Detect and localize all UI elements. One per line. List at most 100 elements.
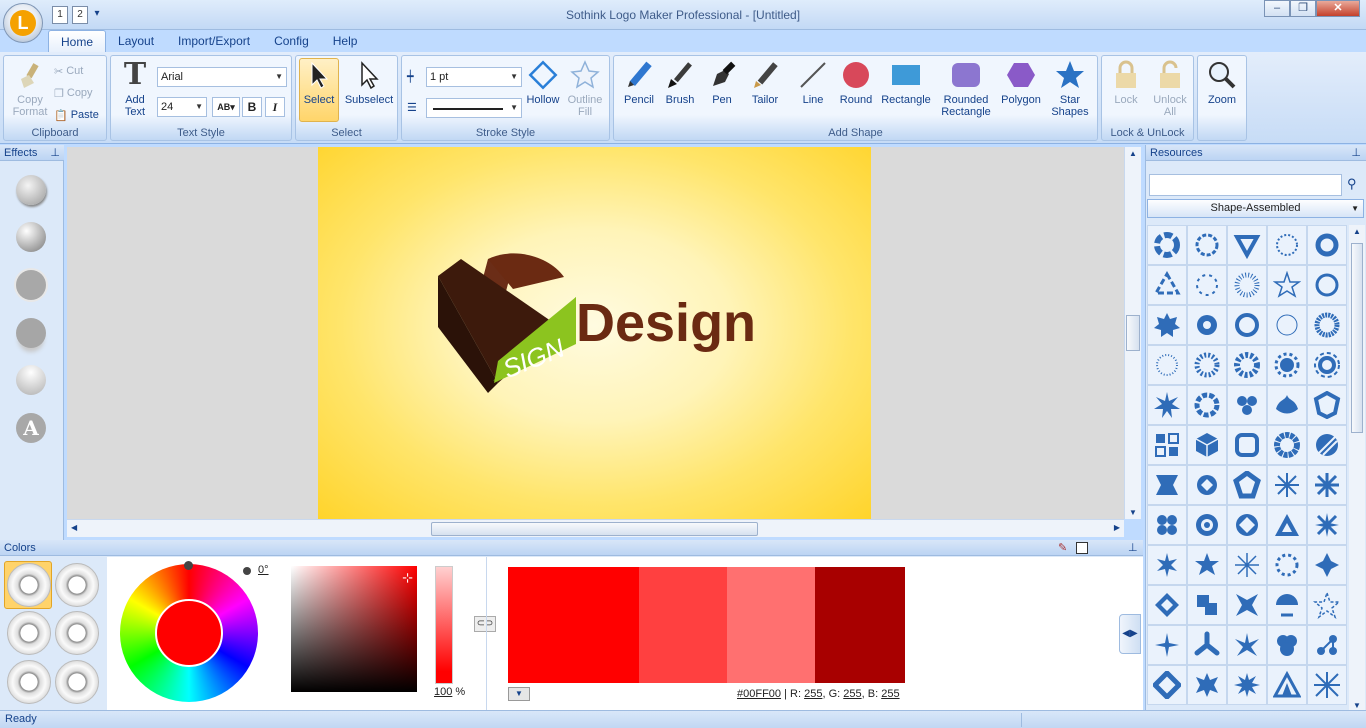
effect-emboss[interactable] (16, 222, 46, 252)
shape-resource-item[interactable] (1267, 225, 1307, 265)
shape-resource-item[interactable] (1307, 625, 1347, 665)
tab-import-export[interactable]: Import/Export (166, 30, 262, 52)
pin-icon[interactable]: ⊥ (50, 145, 60, 161)
shape-resource-item[interactable] (1227, 345, 1267, 385)
hollow-button[interactable]: Hollow (524, 59, 562, 106)
canvas-horizontal-scrollbar[interactable]: ◀ ▶ (67, 519, 1124, 537)
red-value[interactable]: 255 (804, 688, 822, 700)
shape-resource-item[interactable] (1227, 585, 1267, 625)
eyedropper-icon[interactable]: ✎ (1058, 540, 1067, 556)
maximize-button[interactable]: ❐ (1290, 0, 1316, 17)
swatch-3[interactable] (727, 567, 815, 683)
shape-resource-item[interactable] (1187, 665, 1227, 705)
scroll-up-icon[interactable]: ▲ (1353, 227, 1361, 236)
unlock-all-button[interactable]: Unlock All (1148, 59, 1192, 118)
shape-resource-item[interactable] (1227, 265, 1267, 305)
shape-resource-item[interactable] (1267, 505, 1307, 545)
text-align-icon[interactable]: AB▾ (212, 97, 240, 117)
shape-resource-item[interactable] (1267, 425, 1307, 465)
tab-layout[interactable]: Layout (106, 30, 166, 52)
shape-resource-item[interactable] (1307, 225, 1347, 265)
bold-button[interactable]: B (242, 97, 262, 117)
effect-bevel[interactable] (16, 175, 46, 205)
tailor-tool-button[interactable]: Tailor (744, 59, 786, 106)
horizontal-scroll-thumb[interactable] (431, 522, 758, 536)
italic-button[interactable]: I (265, 97, 285, 117)
close-button[interactable]: ✕ (1316, 0, 1360, 17)
tab-home[interactable]: Home (48, 30, 107, 52)
shape-resource-item[interactable] (1147, 625, 1187, 665)
round-tool-button[interactable]: Round (835, 59, 877, 106)
effect-glow[interactable] (16, 270, 46, 300)
rounded-rectangle-tool-button[interactable]: Rounded Rectangle (936, 59, 996, 118)
shape-resource-item[interactable] (1187, 545, 1227, 585)
pin-icon[interactable]: ⊥ (1351, 145, 1361, 161)
font-family-select[interactable]: Arial ▼ (157, 67, 287, 87)
search-icon[interactable]: ⚲ (1347, 176, 1357, 192)
shape-resource-item[interactable] (1267, 385, 1307, 425)
copy-format-button[interactable]: Copy Format (8, 59, 52, 118)
no-color-icon[interactable] (1076, 542, 1088, 554)
shape-resource-item[interactable] (1147, 665, 1187, 705)
pen-tool-button[interactable]: Pen (702, 59, 742, 106)
green-value[interactable]: 255 (843, 688, 861, 700)
gradient-angle[interactable]: 0° (258, 564, 269, 576)
shape-resource-item[interactable] (1187, 385, 1227, 425)
shape-resource-item[interactable] (1307, 425, 1347, 465)
opacity-value[interactable]: 100 (434, 686, 452, 698)
subselect-tool-button[interactable]: Subselect (342, 59, 396, 106)
select-tool-button[interactable]: Select (299, 58, 339, 122)
shape-resource-item[interactable] (1187, 265, 1227, 305)
effect-reflection[interactable] (16, 318, 46, 348)
pencil-tool-button[interactable]: Pencil (620, 59, 658, 106)
gradient-mode-linear[interactable] (7, 611, 51, 655)
shape-resource-item[interactable] (1187, 425, 1227, 465)
resources-scrollbar[interactable]: ▲ ▼ (1349, 225, 1365, 710)
font-size-select[interactable]: 24 ▼ (157, 97, 207, 117)
stroke-type-select[interactable]: ▼ (426, 98, 522, 118)
swatch-menu-dropdown[interactable]: ▼ (508, 687, 530, 701)
outline-fill-button[interactable]: Outline Fill (564, 59, 606, 118)
color-wheel[interactable] (120, 561, 258, 702)
shape-resource-item[interactable] (1227, 305, 1267, 345)
shape-resource-item[interactable] (1147, 585, 1187, 625)
shape-resource-item[interactable] (1187, 225, 1227, 265)
opacity-slider[interactable] (435, 566, 453, 684)
shape-resource-item[interactable] (1307, 385, 1347, 425)
logo-canvas[interactable]: SIGN Design (318, 147, 871, 519)
angle-handle-icon[interactable] (243, 567, 251, 575)
gradient-mode-radial[interactable] (7, 563, 51, 607)
resource-category-select[interactable]: Shape-Assembled ▼ (1147, 199, 1364, 218)
lock-button[interactable]: Lock (1106, 59, 1146, 106)
polygon-tool-button[interactable]: Polygon (998, 59, 1044, 106)
shape-resource-item[interactable] (1267, 625, 1307, 665)
shape-resource-item[interactable] (1147, 545, 1187, 585)
minimize-button[interactable]: – (1264, 0, 1290, 17)
add-text-button[interactable]: T Add Text (115, 59, 155, 119)
shape-resource-item[interactable] (1147, 225, 1187, 265)
gradient-mode-radial-2[interactable] (55, 563, 99, 607)
swatch-1[interactable] (508, 567, 639, 683)
star-shapes-tool-button[interactable]: Star Shapes (1046, 59, 1094, 118)
brush-tool-button[interactable]: Brush (660, 59, 700, 106)
scroll-down-icon[interactable]: ▼ (1129, 508, 1137, 517)
collapse-panel-toggle[interactable]: ◀▶ (1119, 614, 1141, 654)
shape-resource-item[interactable] (1187, 625, 1227, 665)
shape-resource-item[interactable] (1267, 585, 1307, 625)
picker-crosshair-icon[interactable]: ⊹ (402, 570, 413, 586)
stroke-width-select[interactable]: 1 pt ▼ (426, 67, 522, 87)
effect-gradient[interactable] (16, 365, 46, 395)
paste-button[interactable]: 📋 Paste (54, 106, 99, 124)
gradient-mode-solid[interactable] (7, 660, 51, 704)
shape-resource-item[interactable] (1267, 465, 1307, 505)
effect-text-icon[interactable]: A (16, 413, 46, 443)
shape-resource-item[interactable] (1307, 505, 1347, 545)
resources-scroll-thumb[interactable] (1351, 243, 1363, 433)
shape-resource-item[interactable] (1187, 585, 1227, 625)
shape-resource-item[interactable] (1267, 545, 1307, 585)
line-tool-button[interactable]: Line (794, 59, 832, 106)
shape-resource-item[interactable] (1227, 625, 1267, 665)
gradient-mode-solid-2[interactable] (55, 660, 99, 704)
shape-resource-item[interactable] (1227, 505, 1267, 545)
resources-search-input[interactable] (1149, 174, 1342, 196)
